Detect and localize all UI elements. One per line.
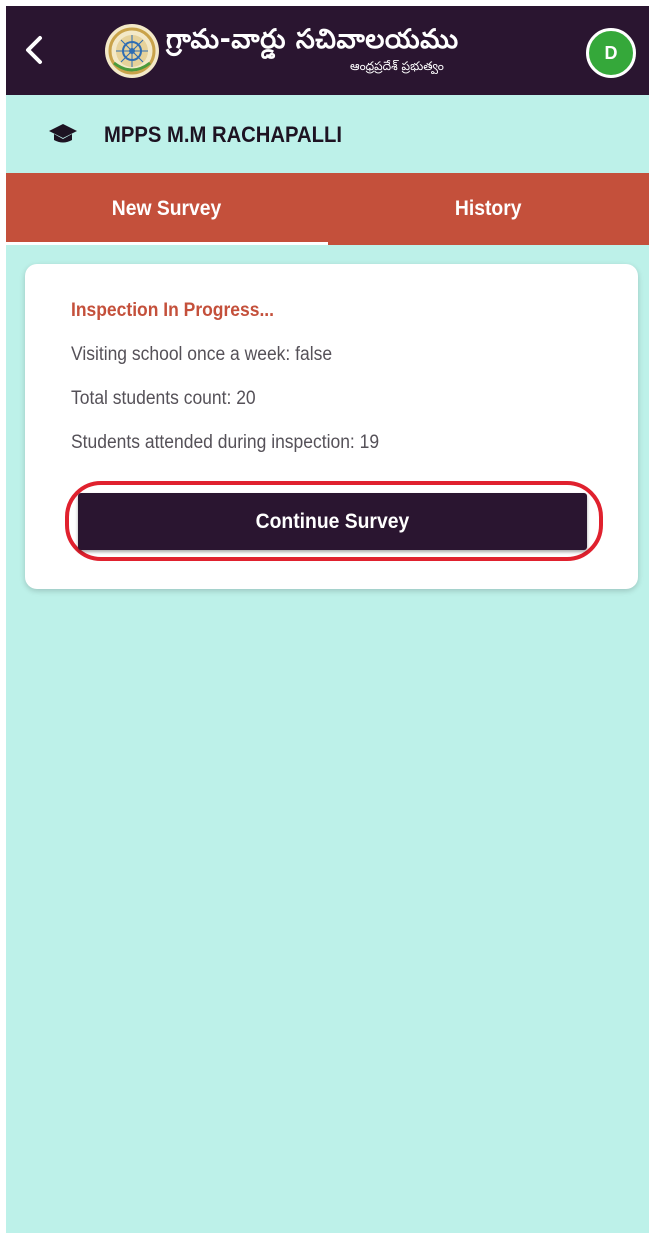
user-avatar[interactable]: D [586, 28, 636, 78]
school-header: MPPS M.M RACHAPALLI [6, 95, 649, 173]
continue-survey-button[interactable]: Continue Survey [78, 493, 587, 550]
tab-label: History [454, 197, 522, 220]
continue-survey-label: Continue Survey [255, 509, 410, 533]
tab-label: New Survey [111, 197, 222, 220]
school-name: MPPS M.M RACHAPALLI [104, 122, 343, 147]
visiting-school-info: Visiting school once a week: false [71, 344, 333, 365]
tab-history[interactable]: History [328, 173, 649, 245]
survey-card: Inspection In Progress... Visiting schoo… [25, 264, 638, 589]
state-emblem-icon [105, 24, 159, 78]
tab-bar: New Survey History [6, 173, 649, 245]
inspection-status: Inspection In Progress... [71, 300, 275, 321]
app-subtitle: ఆంధ్రప్రదేశ్ ప్రభుత్వం [350, 59, 444, 73]
app-screen: గ్రామ-వార్డు సచివాలయము ఆంధ్రప్రదేశ్ ప్రభ… [6, 6, 649, 1233]
students-attended-info: Students attended during inspection: 19 [71, 432, 380, 453]
back-arrow-icon [26, 36, 42, 64]
app-title: గ్రామ-వార్డు సచివాలయము [166, 24, 459, 55]
total-students-info: Total students count: 20 [71, 388, 256, 409]
back-button[interactable] [16, 30, 52, 70]
tab-new-survey[interactable]: New Survey [6, 173, 328, 245]
top-app-bar: గ్రామ-వార్డు సచివాలయము ఆంధ్రప్రదేశ్ ప్రభ… [6, 6, 649, 95]
graduation-cap-icon [49, 124, 77, 143]
